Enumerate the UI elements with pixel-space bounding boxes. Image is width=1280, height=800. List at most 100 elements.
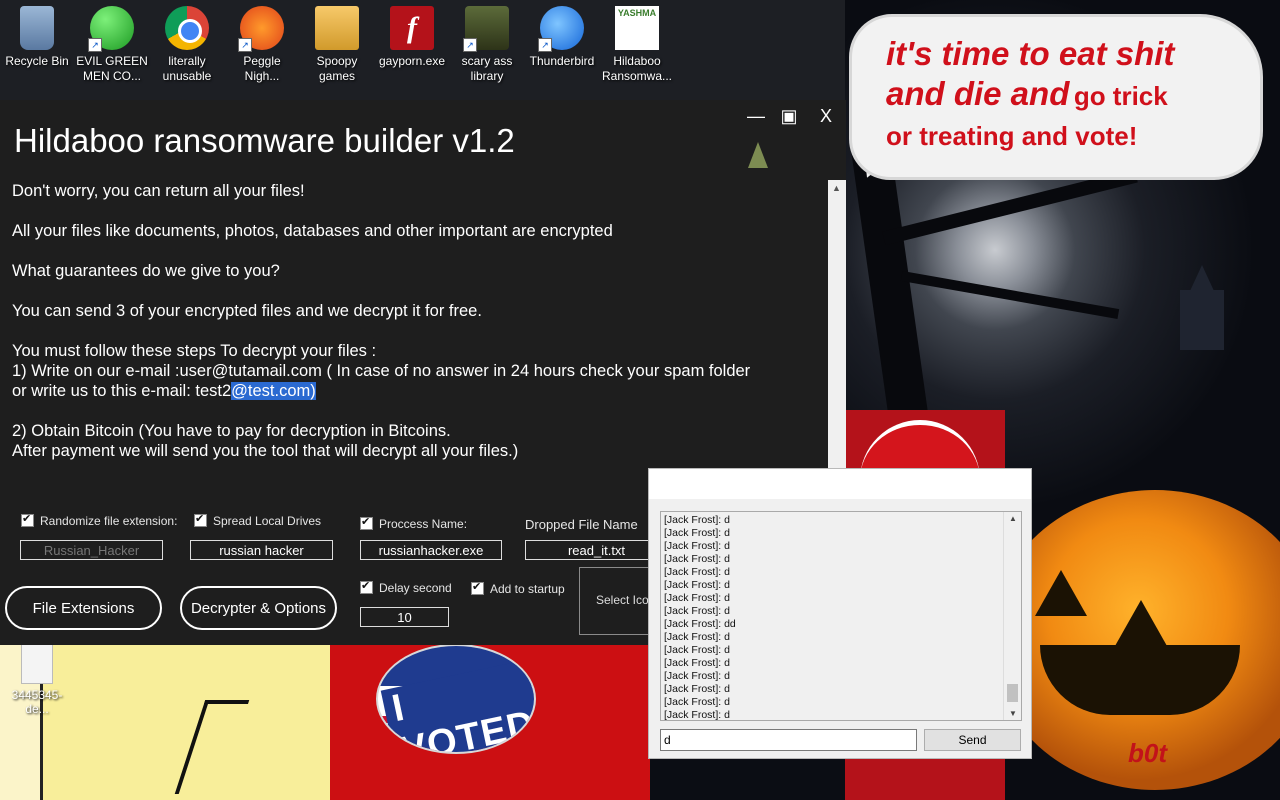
icon-label: EVIL GREEN MEN CO...	[76, 54, 148, 83]
scroll-down-icon[interactable]: ▼	[1009, 709, 1017, 718]
note-line: or write us to this e-mail: test2@test.c…	[12, 381, 316, 401]
icon-label: Hildaboo Ransomwa...	[601, 54, 673, 83]
chat-message: [Jack Frost]: d	[664, 657, 730, 669]
randomize-extension-checkbox[interactable]: Randomize file extension:	[21, 512, 177, 528]
yashma-icon-text: YASHMA	[617, 8, 657, 18]
chrome-icon	[165, 6, 209, 50]
checkbox-checked-icon	[21, 512, 34, 527]
icon-label: scary ass library	[461, 54, 513, 83]
speech-line-2b: go trick	[1073, 81, 1168, 111]
file-icon	[21, 644, 53, 684]
dropped-file-label: Dropped File Name	[525, 517, 638, 532]
minimize-button[interactable]: —	[741, 106, 771, 127]
wallpaper-watermark: b0t	[1128, 738, 1167, 768]
desktop-icon-thunderbird[interactable]: ↗ Thunderbird	[525, 6, 599, 69]
chat-scrollbar[interactable]: ▲ ▼	[1003, 512, 1021, 720]
note-text: or write us to this e-mail: test2	[12, 382, 232, 400]
note-line: Don't worry, you can return all your fil…	[12, 182, 305, 200]
speech-line-3: or treating and vote!	[886, 121, 1138, 151]
desktop-icon-hildaboo-ransomware[interactable]: YASHMA Hildaboo Ransomwa...	[600, 6, 674, 84]
icon-label: Recycle Bin	[5, 54, 69, 68]
icon-label: 3445345-de...	[11, 688, 63, 716]
desktop-icon-file[interactable]: 3445345-de...	[0, 640, 74, 716]
close-button[interactable]: X	[811, 106, 841, 127]
chat-message: [Jack Frost]: d	[664, 540, 730, 552]
spread-drives-input[interactable]: russian hacker	[190, 540, 333, 560]
select-icon-label: Select Icon	[596, 593, 654, 607]
spread-drives-checkbox[interactable]: Spread Local Drives	[194, 512, 322, 528]
thunderbird-icon: ↗	[538, 6, 584, 52]
icon-label: Thunderbird	[529, 54, 595, 68]
desktop-icon-chrome[interactable]: literally unusable	[150, 6, 224, 84]
scroll-thumb[interactable]	[1007, 684, 1018, 702]
messenger-icon: ↗	[88, 6, 134, 52]
yashma-icon: YASHMA	[615, 6, 659, 50]
window-title: Hildaboo ransomware builder v1.2	[14, 122, 515, 159]
note-line: All your files like documents, photos, d…	[12, 222, 613, 240]
chat-header	[649, 469, 1031, 499]
speech-line-1: it's time to eat shit	[886, 35, 1175, 72]
pumpkin-eye	[1035, 570, 1087, 616]
delay-checkbox[interactable]: Delay second	[360, 579, 452, 595]
maximize-button[interactable]: ▣	[774, 106, 804, 127]
i-voted-sticker: I VOTED	[376, 644, 536, 754]
desktop-icon-recycle-bin[interactable]: Recycle Bin	[0, 6, 74, 69]
chat-message: [Jack Frost]: d	[664, 553, 730, 565]
chat-message: [Jack Frost]: d	[664, 527, 730, 539]
chat-message: [Jack Frost]: d	[664, 605, 730, 617]
select-icon-box[interactable]: Select Icon	[579, 567, 654, 635]
chat-message: [Jack Frost]: d	[664, 579, 730, 591]
decrypter-options-button[interactable]: Decrypter & Options	[180, 586, 337, 630]
chat-log[interactable]: [Jack Frost]: d [Jack Frost]: d [Jack Fr…	[660, 511, 1022, 721]
ransom-note-textbox[interactable]: Don't worry, you can return all your fil…	[0, 180, 828, 470]
send-button[interactable]: Send	[924, 729, 1021, 751]
desktop-icon-peggle[interactable]: ↗ Peggle Nigh...	[225, 6, 299, 84]
process-name-input[interactable]: russianhacker.exe	[360, 540, 502, 560]
folder-icon	[315, 6, 359, 50]
checkbox-label: Delay second	[379, 581, 452, 595]
process-name-checkbox[interactable]: Proccess Name:	[360, 515, 467, 531]
file-extensions-button[interactable]: File Extensions	[5, 586, 162, 630]
checkbox-checked-icon	[360, 579, 373, 594]
chat-message-input[interactable]: d	[660, 729, 917, 751]
recycle-bin-icon	[20, 6, 54, 50]
startup-checkbox[interactable]: Add to startup	[471, 580, 565, 596]
checkbox-checked-icon	[471, 580, 484, 595]
checkbox-label: Spread Local Drives	[213, 514, 322, 528]
chat-message: [Jack Frost]: dd	[664, 618, 736, 630]
note-line: What guarantees do we give to you?	[12, 262, 280, 280]
speech-bubble-text: it's time to eat shit and die and go tri…	[886, 34, 1246, 151]
pumpkin-eye	[1115, 600, 1167, 646]
chat-message: [Jack Frost]: d	[664, 670, 730, 682]
scroll-up-icon[interactable]: ▲	[1009, 514, 1017, 523]
chat-message: [Jack Frost]: d	[664, 696, 730, 708]
dropped-file-input[interactable]: read_it.txt	[525, 540, 668, 560]
note-line: After payment we will send you the tool …	[12, 442, 519, 460]
icon-label: gayporn.exe	[378, 54, 446, 68]
desktop-icon-scary-library[interactable]: ↗ scary ass library	[450, 6, 524, 84]
delay-seconds-input[interactable]: 10	[360, 607, 449, 627]
chat-message: [Jack Frost]: d	[664, 683, 730, 695]
scroll-up-icon[interactable]: ▲	[832, 183, 841, 193]
peggle-icon: ↗	[238, 6, 284, 52]
extension-input[interactable]: Russian_Hacker	[20, 540, 163, 560]
library-icon: ↗	[463, 6, 509, 52]
flash-icon: f	[390, 6, 434, 50]
witch-hat-icon	[748, 142, 768, 168]
note-scrollbar[interactable]: ▲	[828, 180, 846, 470]
checkbox-label: Add to startup	[490, 582, 565, 596]
desktop-icons: Recycle Bin ↗ EVIL GREEN MEN CO... liter…	[0, 0, 700, 100]
desktop-icon-spoopy-games[interactable]: Spoopy games	[300, 6, 374, 84]
chat-message: [Jack Frost]: d	[664, 631, 730, 643]
chat-message: [Jack Frost]: d	[664, 566, 730, 578]
desktop-icon-evil-green-men[interactable]: ↗ EVIL GREEN MEN CO...	[75, 6, 149, 84]
speech-line-2a: and die and	[886, 75, 1070, 112]
chat-window: [Jack Frost]: d [Jack Frost]: d [Jack Fr…	[648, 468, 1032, 759]
desktop-icon-gayporn-exe[interactable]: f gayporn.exe	[375, 6, 449, 69]
chat-message: [Jack Frost]: d	[664, 709, 730, 721]
icon-label: literally unusable	[162, 54, 212, 83]
icon-label: Peggle Nigh...	[243, 54, 281, 83]
church-spire	[1190, 265, 1214, 291]
note-line: 2) Obtain Bitcoin (You have to pay for d…	[12, 422, 451, 440]
church	[1180, 290, 1224, 350]
